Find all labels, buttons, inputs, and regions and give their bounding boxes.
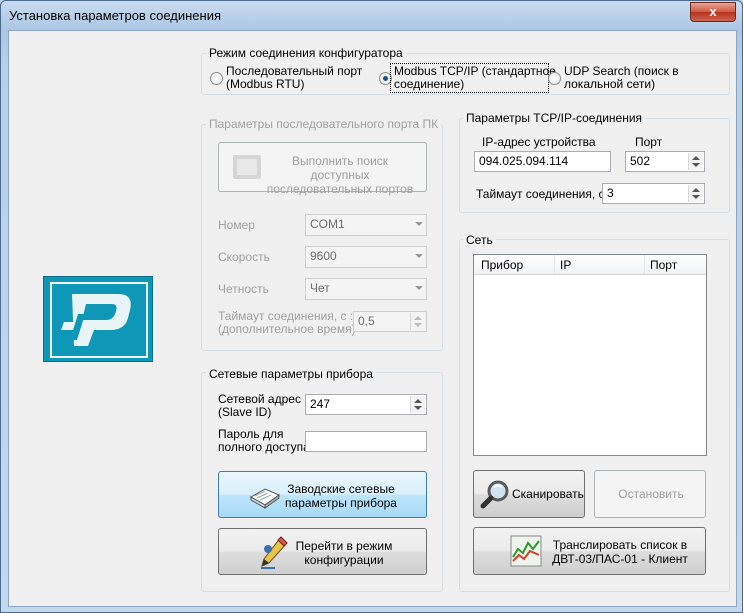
title-bar[interactable]: Установка параметров соединения x [1, 1, 742, 29]
device-list-header: Прибор IP Порт [474, 255, 706, 275]
parity-combo[interactable]: Чет [305, 278, 427, 300]
port-spin[interactable]: 502 [625, 151, 705, 172]
chevron-down-icon [415, 254, 423, 258]
close-icon: x [709, 4, 717, 19]
serial-group-label: Параметры последовательного порта ПК [206, 117, 442, 131]
radio-tcp-label[interactable]: Modbus TCP/IP (стандартное соединение) [394, 65, 556, 91]
chart-icon [510, 535, 542, 567]
radio-udp-label[interactable]: UDP Search (поиск в локальной сети) [564, 65, 679, 91]
tcp-group-label: Параметры TCP/IP-соединения [463, 111, 646, 125]
network-group-label: Сеть [463, 233, 496, 247]
pencil-icon [261, 536, 288, 569]
port-label: Порт [635, 135, 663, 149]
mode-group-label: Режим соединения конфигуратора [206, 46, 406, 60]
speed-combo[interactable]: 9600 [305, 246, 427, 268]
slave-address-label: Сетевой адрес (Slave ID) [218, 392, 301, 419]
spin-arrows-icon [688, 185, 703, 202]
device-list[interactable]: Прибор IP Порт [473, 254, 707, 456]
column-port[interactable]: Порт [650, 258, 677, 272]
column-ip[interactable]: IP [560, 258, 571, 272]
chevron-down-icon [415, 222, 423, 226]
chevron-down-icon [415, 286, 423, 290]
port-number-combo[interactable]: COM1 [305, 214, 427, 236]
radio-serial-label[interactable]: Последовательный порт (Modbus RTU) [226, 65, 362, 91]
search-ports-icon [233, 155, 261, 179]
slave-address-spin[interactable]: 247 [305, 394, 427, 415]
radio-serial[interactable] [210, 72, 223, 85]
magnifier-icon [480, 480, 509, 509]
close-button[interactable]: x [690, 2, 736, 22]
serial-timeout-label: Таймаут соединения, с : (дополнительное в… [218, 309, 356, 336]
spin-arrows-icon [688, 153, 703, 170]
book-icon [249, 488, 281, 509]
ip-label: IP-адрес устройства [482, 135, 596, 149]
window-title: Установка параметров соединения [9, 8, 222, 23]
ip-address-field[interactable]: 094.025.094.114 [474, 151, 611, 172]
tcp-timeout-spin[interactable]: 3 [602, 183, 705, 204]
dialog-window: Установка параметров соединения x Режим … [0, 0, 743, 613]
scan-button[interactable]: Сканировать [473, 470, 585, 518]
password-label: Пароль для полного доступа [218, 427, 310, 454]
config-mode-button[interactable]: Перейти в режим конфигурации [218, 528, 427, 575]
stop-button[interactable]: Остановить [594, 470, 706, 518]
spin-arrows-icon [410, 313, 425, 330]
parity-label: Четность [218, 282, 269, 296]
spin-arrows-icon [410, 396, 425, 413]
factory-settings-button[interactable]: Заводские сетевые параметры прибора [218, 471, 427, 518]
port-number-label: Номер [218, 218, 255, 232]
device-group-label: Сетевые параметры прибора [206, 367, 376, 381]
serial-timeout-spin[interactable]: 0,5 [353, 311, 427, 332]
translate-list-button[interactable]: Транслировать список в ДВТ-03/ПАС-01 - Кл… [473, 527, 706, 575]
dialog-client-area: Режим соединения конфигуратора Последова… [8, 30, 737, 607]
password-field[interactable] [305, 431, 427, 452]
company-logo [43, 276, 153, 362]
search-ports-button[interactable]: Выполнить поиск доступных последовательны… [218, 142, 427, 196]
speed-label: Скорость [218, 250, 270, 264]
radio-udp[interactable] [548, 72, 561, 85]
column-device[interactable]: Прибор [481, 258, 523, 272]
tcp-timeout-label: Таймаут соединения, с: [476, 187, 608, 201]
